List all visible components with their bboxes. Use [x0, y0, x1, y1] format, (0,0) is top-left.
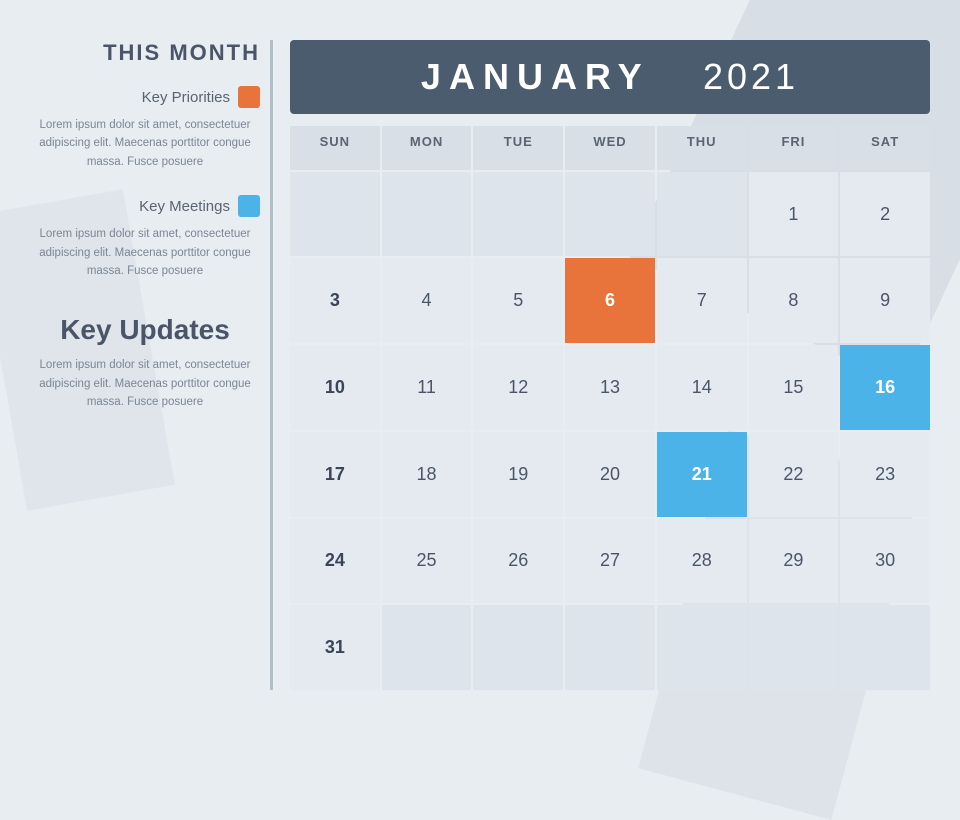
- day-cell-7: 7: [657, 258, 747, 343]
- meetings-body: Lorem ipsum dolor sit amet, consectetuer…: [30, 225, 260, 280]
- day-cell-17: 17: [290, 432, 380, 517]
- priorities-label: Key Priorities: [142, 89, 230, 106]
- day-cell-28: 28: [657, 519, 747, 604]
- day-cell-2: 2: [840, 172, 930, 257]
- day-header-thu: THU: [657, 126, 747, 170]
- meetings-color-box: [238, 195, 260, 217]
- day-cell-4: 4: [382, 258, 472, 343]
- day-cell-27: 27: [565, 519, 655, 604]
- calendar-month: JANUARY: [421, 56, 649, 97]
- day-cell-14: 14: [657, 345, 747, 430]
- page-container: THIS MONTH Key Priorities Lorem ipsum do…: [0, 0, 960, 720]
- day-cell-22: 22: [749, 432, 839, 517]
- day-header-wed: WED: [565, 126, 655, 170]
- day-cell-empty-03: [565, 172, 655, 257]
- day-cell-10: 10: [290, 345, 380, 430]
- day-cell-8: 8: [749, 258, 839, 343]
- day-header-tue: TUE: [473, 126, 563, 170]
- day-cell-12: 12: [473, 345, 563, 430]
- sidebar: THIS MONTH Key Priorities Lorem ipsum do…: [30, 40, 270, 690]
- priorities-label-row: Key Priorities: [30, 86, 260, 108]
- day-cell-empty-02: [473, 172, 563, 257]
- day-header-sun: SUN: [290, 126, 380, 170]
- day-cell-1: 1: [749, 172, 839, 257]
- day-header-fri: FRI: [749, 126, 839, 170]
- updates-title: Key Updates: [30, 314, 260, 346]
- day-cell-18: 18: [382, 432, 472, 517]
- day-cell-26: 26: [473, 519, 563, 604]
- day-cell-6: 6: [565, 258, 655, 343]
- day-header-mon: MON: [382, 126, 472, 170]
- calendar-header: JANUARY 2021: [290, 40, 930, 114]
- calendar-grid: SUNMONTUEWEDTHUFRISAT1234567891011121314…: [290, 126, 930, 690]
- day-cell-empty-55: [749, 605, 839, 690]
- day-cell-empty-00: [290, 172, 380, 257]
- day-cell-3: 3: [290, 258, 380, 343]
- day-cell-empty-51: [382, 605, 472, 690]
- calendar-area: JANUARY 2021 SUNMONTUEWEDTHUFRISAT123456…: [290, 40, 930, 690]
- updates-body: Lorem ipsum dolor sit amet, consectetuer…: [30, 356, 260, 411]
- calendar-year: 2021: [703, 56, 799, 97]
- day-cell-empty-53: [565, 605, 655, 690]
- day-cell-21: 21: [657, 432, 747, 517]
- day-cell-13: 13: [565, 345, 655, 430]
- calendar-title: JANUARY 2021: [421, 56, 799, 97]
- day-cell-19: 19: [473, 432, 563, 517]
- day-cell-20: 20: [565, 432, 655, 517]
- day-header-sat: SAT: [840, 126, 930, 170]
- day-cell-5: 5: [473, 258, 563, 343]
- day-cell-empty-52: [473, 605, 563, 690]
- day-cell-30: 30: [840, 519, 930, 604]
- vertical-divider: [270, 40, 273, 690]
- sidebar-title: THIS MONTH: [30, 40, 260, 66]
- day-cell-31: 31: [290, 605, 380, 690]
- day-cell-empty-56: [840, 605, 930, 690]
- meetings-label: Key Meetings: [139, 198, 230, 215]
- day-cell-empty-04: [657, 172, 747, 257]
- day-cell-empty-01: [382, 172, 472, 257]
- day-cell-16: 16: [840, 345, 930, 430]
- day-cell-11: 11: [382, 345, 472, 430]
- meetings-label-row: Key Meetings: [30, 195, 260, 217]
- day-cell-empty-54: [657, 605, 747, 690]
- day-cell-23: 23: [840, 432, 930, 517]
- day-cell-9: 9: [840, 258, 930, 343]
- priorities-body: Lorem ipsum dolor sit amet, consectetuer…: [30, 116, 260, 171]
- day-cell-29: 29: [749, 519, 839, 604]
- day-cell-24: 24: [290, 519, 380, 604]
- day-cell-25: 25: [382, 519, 472, 604]
- priorities-color-box: [238, 86, 260, 108]
- day-cell-15: 15: [749, 345, 839, 430]
